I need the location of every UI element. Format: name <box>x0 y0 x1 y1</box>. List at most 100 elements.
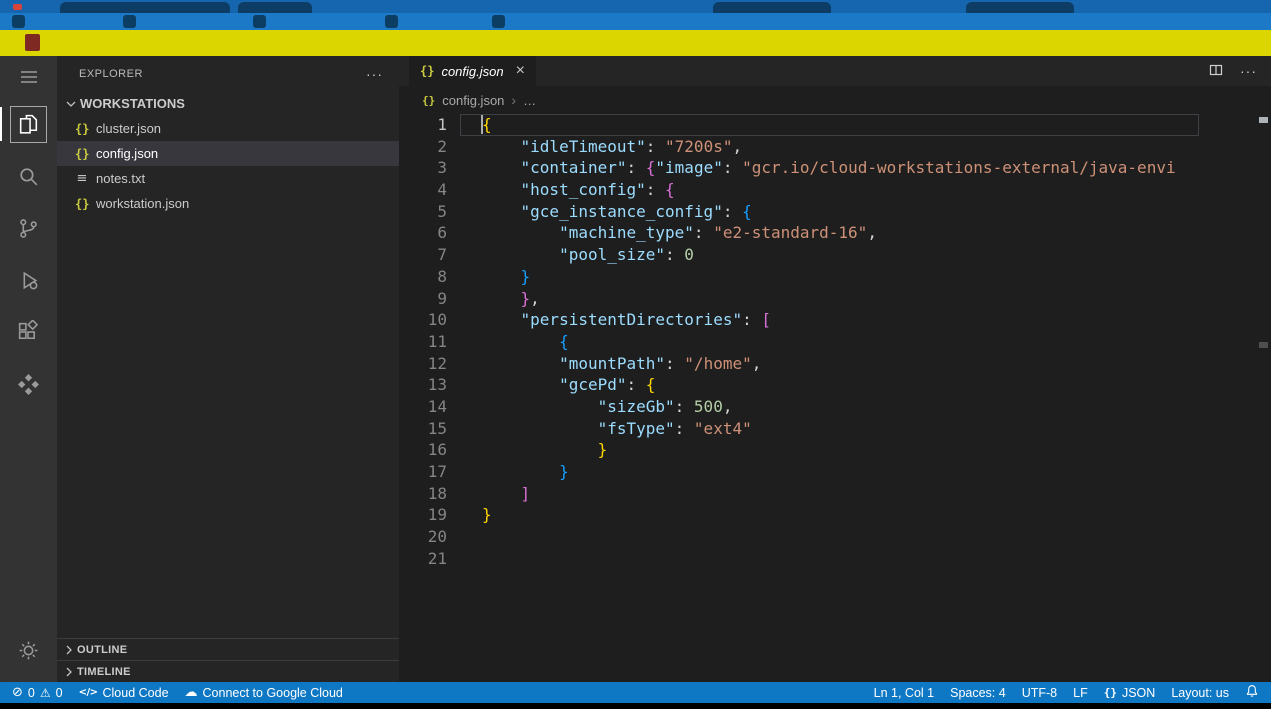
line-number[interactable]: 6 <box>399 222 460 244</box>
code-line-11[interactable]: { <box>460 331 1199 353</box>
language-mode-indicator[interactable]: {} JSON <box>1096 682 1164 703</box>
breadcrumb-separator: › <box>511 92 516 108</box>
breadcrumb-symbol[interactable]: … <box>523 93 536 108</box>
line-number[interactable]: 12 <box>399 353 460 375</box>
file-item-cluster.json[interactable]: {}cluster.json <box>57 116 399 141</box>
line-number[interactable]: 21 <box>399 548 460 570</box>
close-tab-icon[interactable]: × <box>516 63 525 79</box>
cloud-code-button[interactable]: </> Cloud Code <box>71 682 177 703</box>
code-line-1[interactable]: { <box>460 114 1199 136</box>
sidebar-item-cloud-workspaces[interactable] <box>0 358 57 410</box>
sidebar-item-source-control[interactable] <box>0 202 57 254</box>
cursor-position-label: Ln 1, Col 1 <box>874 686 934 700</box>
file-item-notes.txt[interactable]: ≡notes.txt <box>57 166 399 191</box>
line-number[interactable]: 2 <box>399 136 460 158</box>
code-line-5[interactable]: "gce_instance_config": { <box>460 201 1199 223</box>
code-line-2[interactable]: "idleTimeout": "7200s", <box>460 136 1199 158</box>
code-line-8[interactable]: } <box>460 266 1199 288</box>
notifications-button[interactable] <box>1237 682 1267 703</box>
problems-indicator[interactable]: ⊘ 0 ⚠ 0 <box>4 682 71 703</box>
code-line-17[interactable]: } <box>460 461 1199 483</box>
menu-button[interactable] <box>0 56 57 98</box>
code-line-18[interactable]: ] <box>460 483 1199 505</box>
code-line-15[interactable]: "fsType": "ext4" <box>460 418 1199 440</box>
file-tree: WORKSTATIONS {}cluster.json{}config.json… <box>57 91 399 638</box>
code-line-6[interactable]: "machine_type": "e2-standard-16", <box>460 222 1199 244</box>
panel-timeline[interactable]: TIMELINE <box>57 660 399 682</box>
line-number[interactable]: 4 <box>399 179 460 201</box>
eol-indicator[interactable]: LF <box>1065 682 1096 703</box>
more-actions-button[interactable]: ··· <box>1240 63 1257 79</box>
line-number[interactable]: 3 <box>399 157 460 179</box>
file-item-workstation.json[interactable]: {}workstation.json <box>57 191 399 216</box>
code-line-16[interactable]: } <box>460 439 1199 461</box>
sidebar-item-explorer[interactable] <box>0 98 57 150</box>
code-line-7[interactable]: "pool_size": 0 <box>460 244 1199 266</box>
line-number[interactable]: 20 <box>399 526 460 548</box>
code-line-10[interactable]: "persistentDirectories": [ <box>460 309 1199 331</box>
line-number[interactable]: 15 <box>399 418 460 440</box>
file-item-config.json[interactable]: {}config.json <box>57 141 399 166</box>
line-number[interactable]: 13 <box>399 374 460 396</box>
file-label: workstation.json <box>96 196 189 211</box>
indentation-indicator[interactable]: Spaces: 4 <box>942 682 1014 703</box>
browser-tab[interactable] <box>966 2 1074 13</box>
line-number[interactable]: 1 <box>399 114 460 136</box>
sidebar-item-extensions[interactable] <box>0 306 57 358</box>
code-line-12[interactable]: "mountPath": "/home", <box>460 353 1199 375</box>
browser-tab[interactable] <box>238 2 312 13</box>
code-line-9[interactable]: }, <box>460 288 1199 310</box>
code-line-19[interactable]: } <box>460 504 1199 526</box>
file-label: notes.txt <box>96 171 145 186</box>
json-file-icon: {} <box>75 147 89 161</box>
split-editor-button[interactable] <box>1208 62 1224 81</box>
activity-bar <box>0 56 57 682</box>
sidebar-more-actions-button[interactable]: ··· <box>366 66 383 82</box>
bookmark-favicon[interactable] <box>385 15 398 28</box>
breadcrumb: {} config.json › … <box>399 86 1271 114</box>
code-line-13[interactable]: "gcePd": { <box>460 374 1199 396</box>
tree-section-workstations[interactable]: WORKSTATIONS <box>57 91 399 116</box>
line-number[interactable]: 14 <box>399 396 460 418</box>
bookmark-favicon[interactable] <box>492 15 505 28</box>
line-number[interactable]: 17 <box>399 461 460 483</box>
cloud-code-label: Cloud Code <box>103 686 169 700</box>
code-line-4[interactable]: "host_config": { <box>460 179 1199 201</box>
panel-outline[interactable]: OUTLINE <box>57 638 399 660</box>
code-lines: { "idleTimeout": "7200s", "container": {… <box>460 114 1199 569</box>
indentation-label: Spaces: 4 <box>950 686 1006 700</box>
bookmark-favicon[interactable] <box>12 15 25 28</box>
bookmark-favicon[interactable] <box>123 15 136 28</box>
browser-tab[interactable] <box>60 2 230 13</box>
menu-icon <box>17 65 41 89</box>
code-line-3[interactable]: "container": {"image": "gcr.io/cloud-wor… <box>460 157 1199 179</box>
keyboard-layout-indicator[interactable]: Layout: us <box>1163 682 1237 703</box>
line-number[interactable]: 16 <box>399 439 460 461</box>
line-number[interactable]: 18 <box>399 483 460 505</box>
line-number[interactable]: 19 <box>399 504 460 526</box>
minimap[interactable] <box>1197 117 1255 171</box>
code-line-14[interactable]: "sizeGb": 500, <box>460 396 1199 418</box>
browser-tab[interactable] <box>713 2 831 13</box>
line-number[interactable]: 11 <box>399 331 460 353</box>
text-cursor <box>481 115 483 134</box>
settings-button[interactable] <box>0 624 57 676</box>
code-line-21[interactable] <box>460 548 1199 570</box>
code-editor[interactable]: 123456789101112131415161718192021 { "idl… <box>399 114 1271 682</box>
cursor-position-indicator[interactable]: Ln 1, Col 1 <box>866 682 942 703</box>
sidebar-item-search[interactable] <box>0 150 57 202</box>
breadcrumb-file[interactable]: config.json <box>442 93 504 108</box>
code-line-20[interactable] <box>460 526 1199 548</box>
scrollbar-cursor-marker <box>1259 117 1268 123</box>
connect-google-cloud-button[interactable]: ☁ Connect to Google Cloud <box>177 682 351 703</box>
encoding-indicator[interactable]: UTF-8 <box>1014 682 1065 703</box>
line-number[interactable]: 7 <box>399 244 460 266</box>
bookmark-favicon[interactable] <box>253 15 266 28</box>
keyboard-layout-label: Layout: us <box>1171 686 1229 700</box>
line-number[interactable]: 8 <box>399 266 460 288</box>
line-number[interactable]: 5 <box>399 201 460 223</box>
line-number[interactable]: 10 <box>399 309 460 331</box>
sidebar-item-run-debug[interactable] <box>0 254 57 306</box>
tab-config-json[interactable]: {} config.json × <box>409 56 536 86</box>
line-number[interactable]: 9 <box>399 288 460 310</box>
